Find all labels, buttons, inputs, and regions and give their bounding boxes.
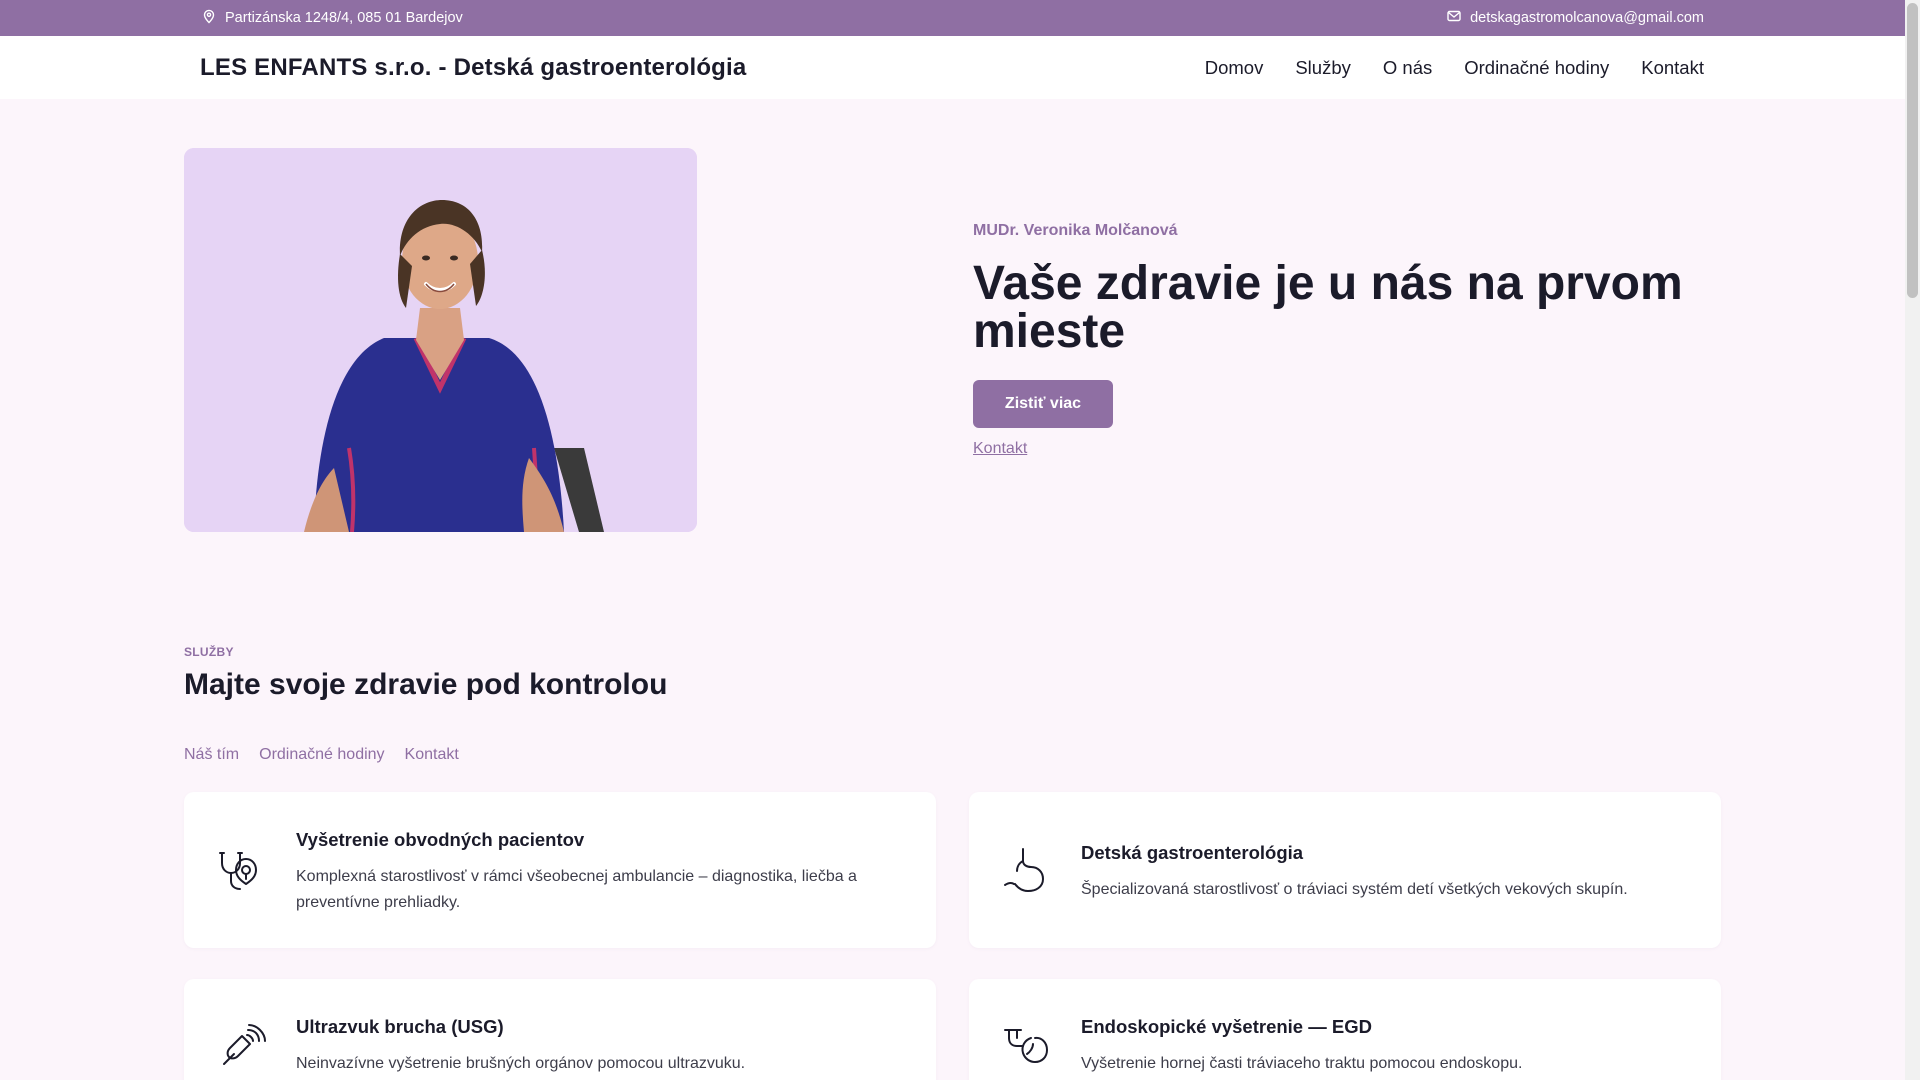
services-subnav: Náš tím Ordinačné hodiny Kontakt [184,746,459,764]
service-description: Vyšetrenie hornej časti tráviaceho trakt… [1081,1055,1523,1072]
address-block: Partizánska 1248/4, 085 01 Bardejov [201,0,463,36]
email-link[interactable]: detskagastromolcanova@gmail.com [1470,10,1704,26]
site-brand[interactable]: LES ENFANTS s.r.o. - Detská gastroentero… [200,36,746,99]
nav-office-hours[interactable]: Ordinačné hodiny [1464,57,1609,79]
endoscope-icon [1001,1020,1051,1070]
hero-title: Vaše zdravie je u nás na prvom mieste [973,257,1683,358]
hero-contact-link[interactable]: Kontakt [973,440,1733,458]
service-title: Vyšetrenie obvodných pacientov [296,829,585,850]
nav-services[interactable]: Služby [1295,57,1351,79]
service-card-ultrasound[interactable]: Ultrazvuk brucha (USG) Neinvazívne vyšet… [184,979,936,1080]
subnav-office-hours[interactable]: Ordinačné hodiny [259,746,384,764]
email-block[interactable]: detskagastromolcanova@gmail.com [1446,0,1704,36]
subnav-team[interactable]: Náš tím [184,746,239,764]
doctor-photo [184,148,697,532]
page-scrollbar-thumb[interactable] [1907,3,1918,298]
nav-home[interactable]: Domov [1205,57,1264,79]
main-nav: Domov Služby O nás Ordinačné hodiny Kont… [1205,36,1704,99]
subnav-contact[interactable]: Kontakt [405,746,459,764]
stomach-icon [1001,845,1051,895]
service-card-endoscopy[interactable]: Endoskopické vyšetrenie — EGD Vyšetrenie… [969,979,1721,1080]
service-description: Neinvazívne vyšetrenie brušných orgánov … [296,1055,746,1072]
site-header: LES ENFANTS s.r.o. - Detská gastroentero… [0,36,1905,99]
stethoscope-icon [216,845,266,895]
learn-more-button[interactable]: Zistiť viac [973,380,1113,428]
service-title: Detská gastroenterológia [1081,842,1304,863]
hero-content: MUDr. Veronika Molčanová Vaše zdravie je… [973,222,1733,458]
service-title: Endoskopické vyšetrenie — EGD [1081,1016,1372,1037]
nav-contact[interactable]: Kontakt [1641,57,1704,79]
service-description: Špecializovaná starostlivosť o tráviaci … [1081,881,1628,898]
services-title: Majte svoje zdravie pod kontrolou [184,668,668,701]
page-scrollbar-track[interactable] [1905,0,1920,1080]
ultrasound-probe-icon [216,1020,266,1070]
service-card-general[interactable]: Vyšetrenie obvodných pacientov Komplexná… [184,792,936,948]
address-text: Partizánska 1248/4, 085 01 Bardejov [225,10,463,26]
service-title: Ultrazvuk brucha (USG) [296,1016,504,1037]
top-contact-bar: Partizánska 1248/4, 085 01 Bardejov dets… [0,0,1905,36]
services-eyebrow: SLUŽBY [184,645,234,659]
nav-about[interactable]: O nás [1383,57,1432,79]
map-pin-icon [201,8,217,28]
service-card-gastroenterology[interactable]: Detská gastroenterológia Špecializovaná … [969,792,1721,948]
service-description: Komplexná starostlivosť v rámci všeobecn… [296,868,857,911]
doctor-name: MUDr. Veronika Molčanová [973,222,1178,239]
mail-icon [1446,8,1462,28]
